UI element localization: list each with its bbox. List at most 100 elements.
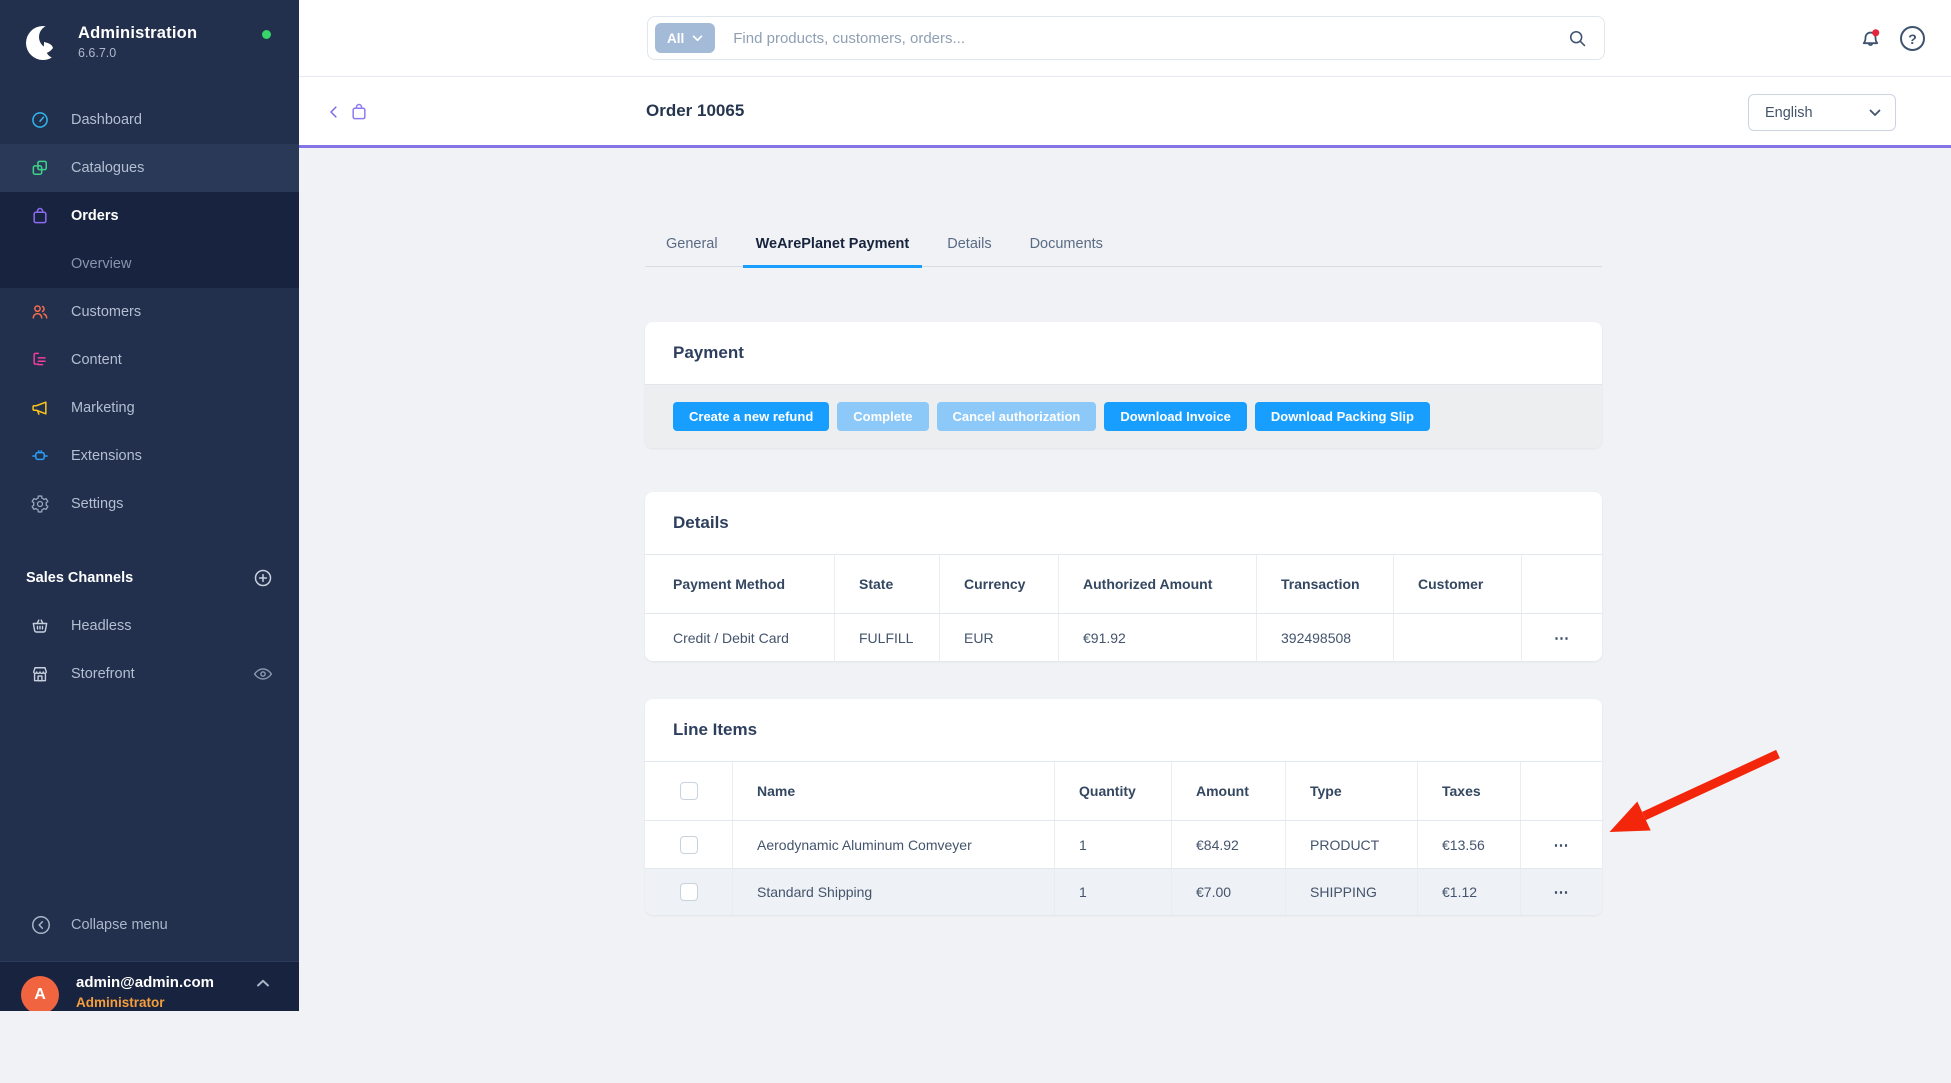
row-checkbox[interactable] [680,883,698,901]
basket-icon [30,616,50,636]
cell-quantity: 1 [1054,869,1171,915]
cancel-authorization-button[interactable]: Cancel authorization [937,402,1097,431]
sidebar-item-orders[interactable]: Orders [0,192,299,240]
content-icon [30,350,50,370]
search-filter-chip[interactable]: All [655,23,715,53]
tab-weareplanet-payment[interactable]: WeArePlanet Payment [743,223,923,268]
cell-name: Aerodynamic Aluminum Comveyer [732,821,1054,868]
sidebar-item-label: Orders [71,208,119,224]
cell-amount: €7.00 [1171,869,1285,915]
column-header: Taxes [1417,762,1520,820]
line-items-table-header: Name Quantity Amount Type Taxes [645,761,1602,821]
tab-details[interactable]: Details [934,223,1004,268]
notifications-bell-icon[interactable] [1858,26,1883,51]
cell-state: FULFILL [834,614,939,661]
sales-channels-heading: Sales Channels [0,554,299,602]
column-header: Amount [1171,762,1285,820]
chevron-down-icon [692,35,703,42]
sidebar: Administration 6.6.7.0 Dashboard Catalog… [0,0,299,1011]
context-menu-button[interactable]: ⋯ [1554,883,1570,901]
search-filter-label: All [667,31,684,46]
sidebar-item-catalogues[interactable]: Catalogues [0,144,299,192]
sidebar-item-headless[interactable]: Headless [0,602,299,650]
add-sales-channel-button[interactable] [253,568,273,588]
sidebar-item-label: Marketing [71,400,135,416]
customers-icon [30,302,50,322]
cell-taxes: €13.56 [1417,821,1520,868]
details-card-title: Details [673,513,1574,533]
collapse-chevron-icon [30,914,52,936]
tab-general[interactable]: General [653,223,731,268]
tab-label: Details [947,236,991,252]
sidebar-group-orders: Orders Overview [0,192,299,288]
cell-transaction: 392498508 [1256,614,1393,661]
avatar: A [21,976,59,1011]
sidebar-item-label: Content [71,352,122,368]
language-select[interactable]: English [1748,94,1896,131]
search-input[interactable]: All Find products, customers, orders... [647,16,1605,60]
column-header: Customer [1393,555,1521,613]
user-menu[interactable]: A admin@admin.com Administrator [0,961,299,1011]
sidebar-item-customers[interactable]: Customers [0,288,299,336]
download-invoice-button[interactable]: Download Invoice [1104,402,1247,431]
sidebar-item-settings[interactable]: Settings [0,480,299,528]
cell-type: SHIPPING [1285,869,1417,915]
cell-payment-method: Credit / Debit Card [645,614,834,661]
catalogues-icon [30,158,50,178]
details-table-header: Payment Method State Currency Authorized… [645,554,1602,614]
user-email: admin@admin.com [76,974,214,991]
cell-type: PRODUCT [1285,821,1417,868]
create-refund-button[interactable]: Create a new refund [673,402,829,431]
help-question-icon[interactable]: ? [1900,26,1925,51]
row-checkbox[interactable] [680,836,698,854]
tab-documents[interactable]: Documents [1017,223,1116,268]
sidebar-item-label: Headless [71,618,273,634]
sidebar-spacer [0,698,299,901]
cell-name: Standard Shipping [732,869,1054,915]
collapse-menu-label: Collapse menu [71,917,168,933]
column-header: Name [732,762,1054,820]
tab-label: WeArePlanet Payment [756,236,910,252]
table-row: Aerodynamic Aluminum Comveyer 1 €84.92 P… [645,821,1602,868]
context-menu-button[interactable]: ⋯ [1554,629,1570,647]
complete-button[interactable]: Complete [837,402,928,431]
table-row: Credit / Debit Card FULFILL EUR €91.92 3… [645,614,1602,661]
column-header: Authorized Amount [1058,555,1256,613]
tab-label: General [666,236,718,252]
line-items-card-title: Line Items [673,720,1574,740]
cell-currency: EUR [939,614,1058,661]
search-icon[interactable] [1567,28,1588,49]
page-header: Order 10065 English [299,77,1951,148]
sidebar-item-content[interactable]: Content [0,336,299,384]
sidebar-item-overview[interactable]: Overview [0,240,299,288]
column-header: State [834,555,939,613]
context-menu-button[interactable]: ⋯ [1554,836,1570,854]
collapse-menu-button[interactable]: Collapse menu [0,901,299,949]
sidebar-item-dashboard[interactable]: Dashboard [0,96,299,144]
details-table: Payment Method State Currency Authorized… [645,554,1602,661]
column-header: Payment Method [645,555,834,613]
orders-icon [30,206,50,226]
sidebar-item-label: Overview [71,256,131,272]
sidebar-item-extensions[interactable]: Extensions [0,432,299,480]
column-header: Quantity [1054,762,1171,820]
back-button[interactable] [325,103,343,121]
language-select-value: English [1765,105,1813,121]
storefront-visibility-eye-icon[interactable] [253,667,273,681]
line-items-table: Name Quantity Amount Type Taxes Aerodyna… [645,761,1602,915]
select-all-checkbox[interactable] [680,782,698,800]
tab-bar: General WeArePlanet Payment Details Docu… [645,223,1602,267]
details-card: Details Payment Method State Currency Au… [645,492,1602,661]
column-header: Transaction [1256,555,1393,613]
column-header-actions [1521,555,1602,613]
payment-card-title: Payment [673,343,1574,363]
extensions-icon [30,446,50,466]
dashboard-icon [30,110,50,130]
download-packing-slip-button[interactable]: Download Packing Slip [1255,402,1430,431]
sidebar-item-storefront[interactable]: Storefront [0,650,299,698]
line-items-card: Line Items Name Quantity Amount Type Tax… [645,699,1602,915]
sidebar-item-label: Customers [71,304,141,320]
sidebar-item-label: Extensions [71,448,142,464]
sidebar-item-marketing[interactable]: Marketing [0,384,299,432]
main-area: All Find products, customers, orders... [299,0,1951,1011]
